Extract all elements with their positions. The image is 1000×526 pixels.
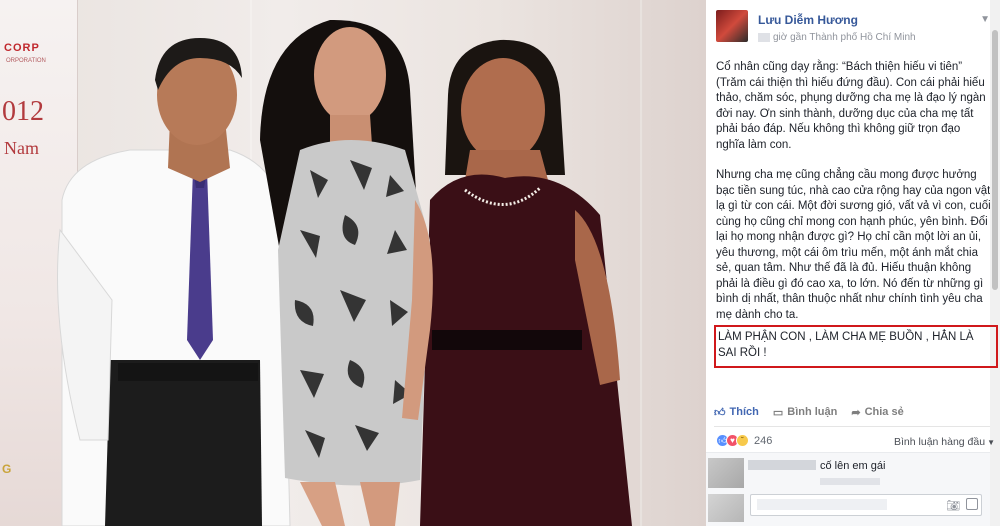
post-header: Lưu Diễm Hương giờ gần Thành phố Hồ Chí … [716,10,996,50]
reaction-summary[interactable]: 👍︎ ♥ ˘ 246 [716,434,772,447]
blurred-comment-meta [820,478,880,485]
post-meta-text: giờ gần Thành phố Hồ Chí Minh [773,32,916,43]
post-meta: giờ gần Thành phố Hồ Chí Minh [758,32,916,43]
post-paragraph-1: Cổ nhân cũng dạy rằng: “Bách thiện hiếu … [716,61,986,151]
blurred-commenter-name [748,460,816,470]
commenter-avatar[interactable] [708,458,744,488]
chevron-down-icon: ▼ [987,438,996,447]
blurred-time [758,33,770,42]
daughter-figure [260,19,433,526]
mother-figure [420,39,632,526]
share-label: Chia sẻ [864,406,904,418]
like-label: Thích [729,406,759,418]
author-avatar[interactable] [716,10,748,42]
comment-sort-dropdown[interactable]: Bình luận hàng đầu ▼ [894,436,995,448]
comment-text: cố lên em gái [820,460,886,472]
post-action-bar: 👍︎ Thích ▭ Bình luận ➦ Chia sẻ [714,402,990,422]
sad-reaction-icon: ˘ [736,434,749,447]
post-paragraph-2: Nhưng cha mẹ cũng chẳng cầu mong được hư… [716,169,991,321]
family-photo-figures [57,19,632,526]
highlighted-quote: LÀM PHẬN CON , LÀM CHA MẸ BUỒN , HẲN LÀ … [718,331,974,359]
post-options-chevron-icon[interactable]: ▼ [980,14,990,25]
camera-icon[interactable]: 📷︎ [946,499,960,512]
sticker-icon[interactable] [966,498,978,510]
author-name-link[interactable]: Lưu Diễm Hương [758,13,858,27]
father-figure [57,38,291,526]
share-arrow-icon: ➦ [851,406,861,419]
current-user-avatar [708,494,744,522]
post-scrollbar-thumb[interactable] [992,30,998,290]
blurred-comment-placeholder [757,499,887,510]
comment-label: Bình luận [787,406,838,418]
share-button[interactable]: ➦ Chia sẻ [851,406,903,419]
reaction-count: 246 [754,434,773,447]
comment-bubble-icon: ▭ [772,406,784,419]
post-body: Cổ nhân cũng dạy rằng: “Bách thiện hiếu … [716,60,992,338]
like-button[interactable]: 👍︎ Thích [714,406,759,419]
post-photo[interactable]: CORP ORPORATION 012 Nam G [0,0,706,526]
comment-sort-label: Bình luận hàng đầu [894,436,986,448]
comment-button[interactable]: ▭ Bình luận [773,406,838,419]
action-divider [714,426,990,427]
thumbs-up-icon: 👍︎ [714,406,726,419]
